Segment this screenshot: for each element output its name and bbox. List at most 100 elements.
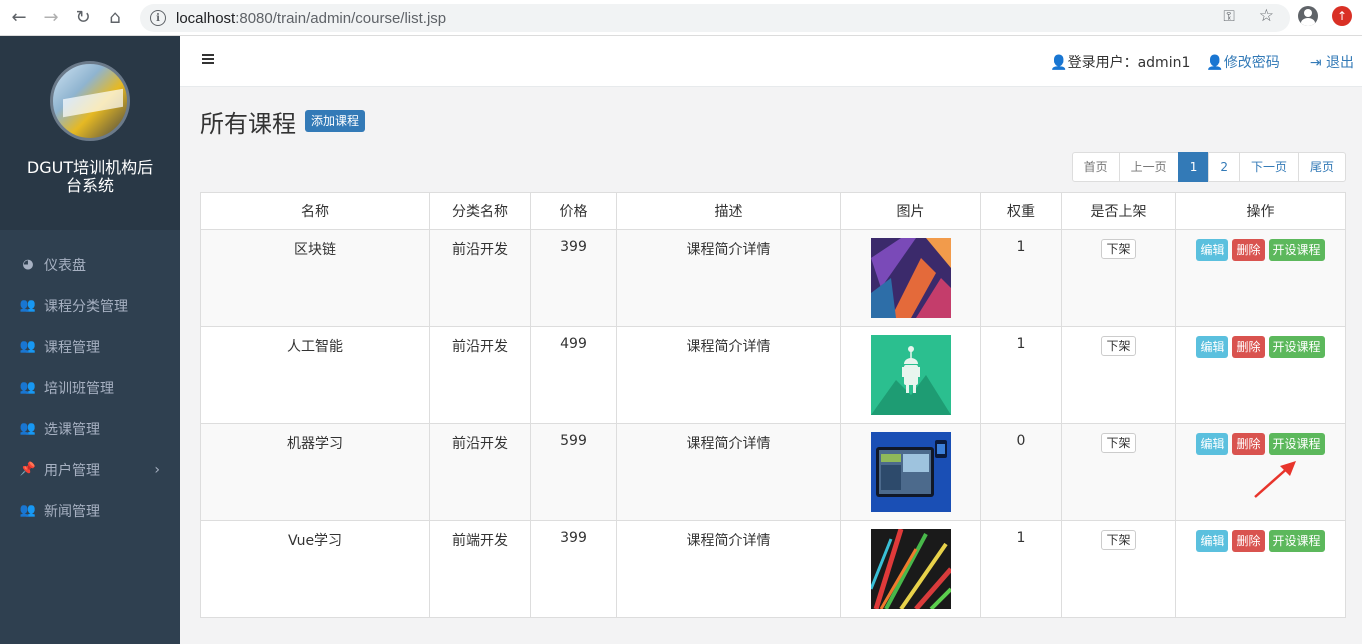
pagination-page-2[interactable]: 2 xyxy=(1208,152,1240,182)
course-price: 399 xyxy=(530,520,617,618)
change-password-link[interactable]: 👤修改密码 xyxy=(1206,52,1279,72)
course-weight: 0 xyxy=(980,423,1062,521)
unlist-button[interactable]: 下架 xyxy=(1101,530,1136,550)
column-header: 是否上架 xyxy=(1061,192,1176,230)
info-icon[interactable]: i xyxy=(150,10,166,26)
unlist-button[interactable]: 下架 xyxy=(1101,433,1136,453)
course-category: 前端开发 xyxy=(429,520,531,618)
actions-cell: 编辑 删除 开设课程 xyxy=(1175,326,1346,424)
current-user: 👤登录用户：admin1 xyxy=(1050,55,1191,71)
user-menu: 👤登录用户：admin1 👤修改密码 ⇥ 退出 xyxy=(1050,52,1362,72)
sidebar-item-selection[interactable]: 👥 选课管理 xyxy=(0,408,180,449)
reload-icon[interactable]: ↻ xyxy=(70,5,96,31)
pin-icon: 📌 xyxy=(19,462,37,477)
users-icon: 👥 xyxy=(19,339,37,354)
column-header: 图片 xyxy=(840,192,981,230)
sidebar-item-label: 课程分类管理 xyxy=(44,298,128,315)
back-icon[interactable]: ← xyxy=(6,5,32,31)
actions-cell: 编辑 删除 开设课程 xyxy=(1175,520,1346,618)
edit-button[interactable]: 编辑 xyxy=(1196,530,1229,552)
table-row: Vue学习 前端开发 399 课程简介详情 1 下架 编辑 删除 开设课程 xyxy=(200,520,1346,618)
sign-out-icon: ⇥ xyxy=(1309,55,1322,71)
annotation-arrow-icon xyxy=(1254,461,1296,498)
users-icon: 👥 xyxy=(19,380,37,395)
main-content: 所有课程 添加课程 首页 上一页 1 2 下一页 尾页 名称 分类名称 价格 描… xyxy=(180,87,1362,644)
table-row: 机器学习 前沿开发 599 课程简介详情 0 下架 编辑 删除 开设课程 xyxy=(200,423,1346,521)
key-icon[interactable]: ⚿ xyxy=(1223,7,1234,25)
forward-icon[interactable]: → xyxy=(38,5,64,31)
column-header: 权重 xyxy=(980,192,1062,230)
open-course-button[interactable]: 开设课程 xyxy=(1268,530,1325,552)
update-icon[interactable]: ↑ xyxy=(1332,6,1352,26)
edit-button[interactable]: 编辑 xyxy=(1196,336,1229,358)
course-price: 599 xyxy=(530,423,617,521)
pagination-next[interactable]: 下一页 xyxy=(1238,152,1299,182)
logout-link[interactable]: ⇥ 退出 xyxy=(1310,52,1354,72)
site-title: DGUT培训机构后台系统 xyxy=(26,158,154,195)
sidebar-item-label: 课程管理 xyxy=(44,339,100,356)
chevron-right-icon: › xyxy=(154,461,160,478)
course-desc: 课程简介详情 xyxy=(616,229,841,327)
course-image-cell xyxy=(840,423,981,521)
add-course-button[interactable]: 添加课程 xyxy=(305,110,366,132)
users-icon: 👥 xyxy=(19,503,37,518)
sidebar-item-course[interactable]: 👥 课程管理 xyxy=(0,326,180,367)
address-bar[interactable]: i localhost:8080/train/admin/course/list… xyxy=(140,4,1290,32)
pagination: 首页 上一页 1 2 下一页 尾页 xyxy=(1071,152,1346,182)
edit-button[interactable]: 编辑 xyxy=(1196,239,1229,261)
course-category: 前沿开发 xyxy=(429,229,531,327)
users-icon: 👥 xyxy=(19,421,37,436)
sidebar-item-label: 仪表盘 xyxy=(44,257,86,274)
sidebar-item-news[interactable]: 👥 新闻管理 xyxy=(0,490,180,531)
course-thumbnail xyxy=(870,238,951,318)
delete-button[interactable]: 删除 xyxy=(1232,239,1265,261)
home-icon[interactable]: ⌂ xyxy=(102,5,128,31)
sidebar-item-class[interactable]: 👥 培训班管理 xyxy=(0,367,180,408)
course-image-cell xyxy=(840,229,981,327)
column-header: 操作 xyxy=(1175,192,1346,230)
menu-toggle-icon[interactable] xyxy=(202,54,214,66)
unlist-button[interactable]: 下架 xyxy=(1101,239,1136,259)
column-header: 价格 xyxy=(530,192,617,230)
course-category: 前沿开发 xyxy=(429,326,531,424)
profile-icon[interactable] xyxy=(1298,6,1318,26)
course-weight: 1 xyxy=(980,520,1062,618)
top-navbar: 👤登录用户：admin1 👤修改密码 ⇥ 退出 xyxy=(180,36,1362,87)
sidebar-item-label: 培训班管理 xyxy=(44,380,114,397)
course-price: 499 xyxy=(530,326,617,424)
edit-button[interactable]: 编辑 xyxy=(1196,433,1229,455)
page-title: 所有课程 xyxy=(200,110,296,138)
shelf-cell: 下架 xyxy=(1061,229,1176,327)
pagination-prev[interactable]: 上一页 xyxy=(1118,152,1179,182)
course-thumbnail xyxy=(870,335,951,415)
course-category: 前沿开发 xyxy=(429,423,531,521)
users-icon: 👥 xyxy=(19,298,37,313)
course-desc: 课程简介详情 xyxy=(616,326,841,424)
course-table: 名称 分类名称 价格 描述 图片 权重 是否上架 操作 区块链 前沿开发 399… xyxy=(200,192,1346,618)
user-icon: 👤 xyxy=(1050,55,1068,71)
delete-button[interactable]: 删除 xyxy=(1232,530,1265,552)
pagination-last[interactable]: 尾页 xyxy=(1297,152,1346,182)
sidebar-item-users[interactable]: 📌 用户管理 › xyxy=(0,449,180,490)
browser-toolbar: ← → ↻ ⌂ i localhost:8080/train/admin/cou… xyxy=(0,0,1362,36)
sidebar-item-dashboard[interactable]: ◕ 仪表盘 xyxy=(0,244,180,285)
sidebar-item-category[interactable]: 👥 课程分类管理 xyxy=(0,285,180,326)
sidebar-item-label: 新闻管理 xyxy=(44,503,100,520)
unlist-button[interactable]: 下架 xyxy=(1101,336,1136,356)
delete-button[interactable]: 删除 xyxy=(1232,433,1265,455)
bookmark-star-icon[interactable]: ☆ xyxy=(1259,6,1274,26)
shelf-cell: 下架 xyxy=(1061,326,1176,424)
pagination-first[interactable]: 首页 xyxy=(1071,152,1120,182)
open-course-button[interactable]: 开设课程 xyxy=(1268,336,1325,358)
course-name: 人工智能 xyxy=(200,326,430,424)
pagination-page-1[interactable]: 1 xyxy=(1177,152,1210,182)
sidebar-menu: ◕ 仪表盘 👥 课程分类管理 👥 课程管理 👥 培训班管理 👥 选课管理 📌 用… xyxy=(0,244,180,531)
open-course-button[interactable]: 开设课程 xyxy=(1268,239,1325,261)
course-name: 机器学习 xyxy=(200,423,430,521)
open-course-button[interactable]: 开设课程 xyxy=(1268,433,1325,455)
course-price: 399 xyxy=(530,229,617,327)
url-text[interactable]: localhost:8080/train/admin/course/list.j… xyxy=(176,10,446,27)
course-weight: 1 xyxy=(980,229,1062,327)
delete-button[interactable]: 删除 xyxy=(1232,336,1265,358)
course-desc: 课程简介详情 xyxy=(616,423,841,521)
